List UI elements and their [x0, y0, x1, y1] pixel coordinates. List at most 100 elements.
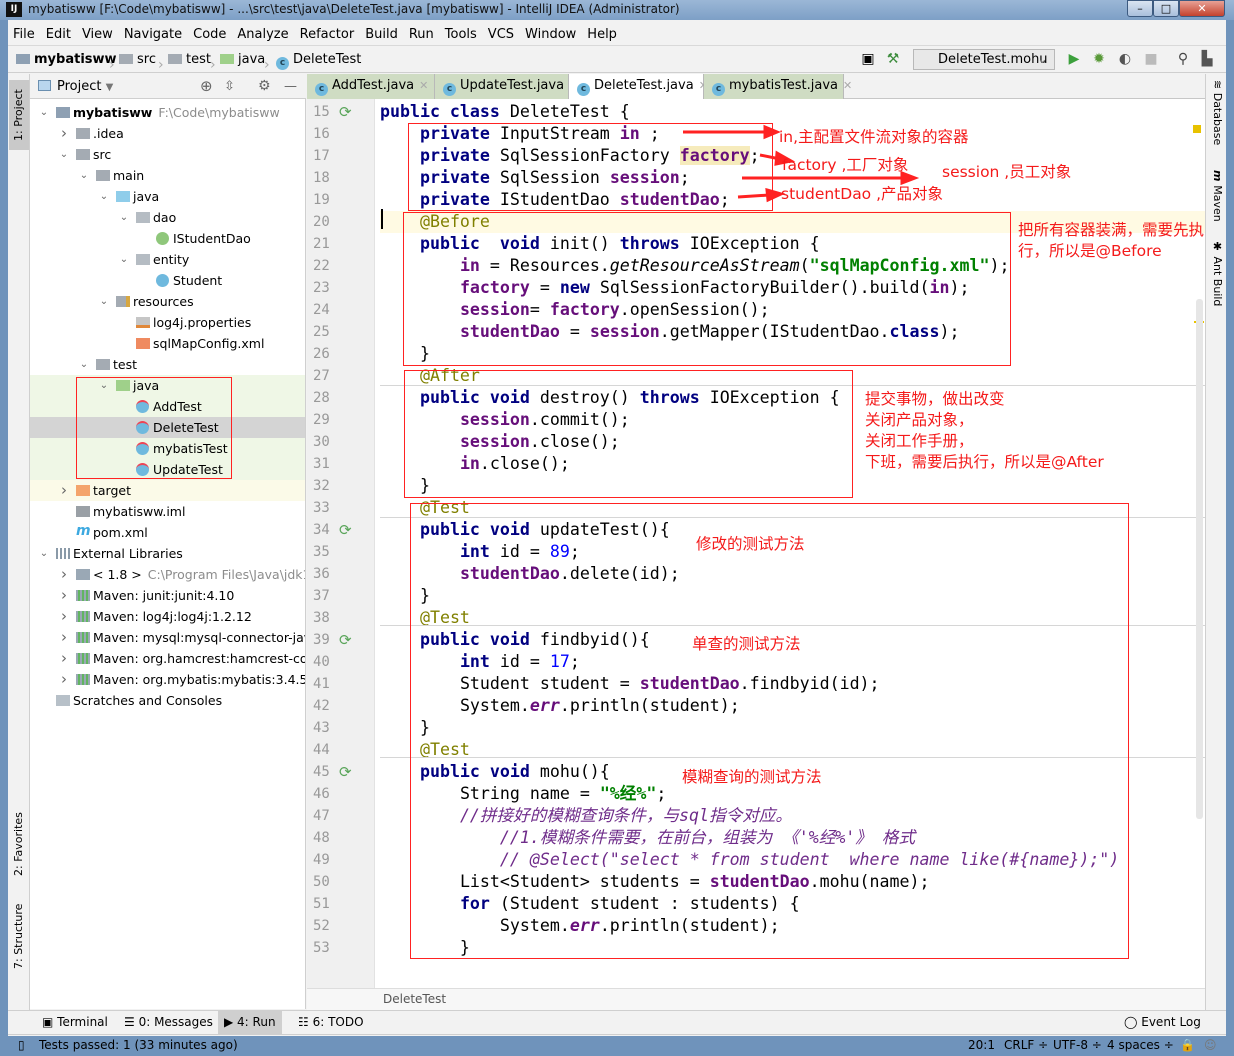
build-hammer-icon[interactable]: ⚒ [884, 50, 902, 68]
maximize-button[interactable]: □ [1153, 0, 1179, 17]
project-structure-icon[interactable]: ▙ [1198, 50, 1216, 68]
tree-item-entity[interactable]: ⌄ entity [30, 249, 305, 270]
gear-icon[interactable]: ⚙ [258, 74, 271, 99]
chevron-down-icon[interactable]: ⌄ [98, 186, 110, 207]
tab-mybatistest[interactable]: c mybatisTest.java ✕ [704, 74, 852, 99]
breadcrumb-file[interactable]: c DeleteTest [276, 46, 361, 73]
tab-updatetest[interactable]: cUpdateTest.java✕ [435, 74, 578, 99]
run-configuration-select[interactable]: DeleteTest.mohu ⌄ [913, 49, 1055, 70]
chevron-right-icon[interactable]: › [58, 480, 70, 501]
close-tab-icon[interactable]: ✕ [419, 79, 428, 92]
tree-item-maven-mysql-mysql-connector-java-5[interactable]: › Maven: mysql:mysql-connector-java:5 [30, 627, 305, 648]
tree-item-pom-xml[interactable]: m pom.xml [30, 522, 305, 543]
tree-item-sqlmapconfig-xml[interactable]: sqlMapConfig.xml [30, 333, 305, 354]
caret-position[interactable]: 20:1 [968, 1035, 995, 1056]
tool-tab-database[interactable]: ≋ Database [1207, 80, 1227, 152]
tree-item-scratches-and-consoles[interactable]: Scratches and Consoles [30, 690, 305, 711]
menu-run[interactable]: Run [409, 23, 434, 47]
code-editor[interactable]: 15 ⟳ 16 17 18 19 20 21 22 23 24 25 26 27 28 29 30 31 32 33 3… [307, 99, 1205, 988]
tool-tab-run[interactable]: ▶ 4: Run [218, 1011, 282, 1034]
chevron-right-icon[interactable]: › [58, 585, 70, 606]
hide-panel-icon[interactable]: — [284, 74, 297, 99]
tree-item-student[interactable]: Student [30, 270, 305, 291]
close-tab-icon[interactable]: ✕ [843, 79, 852, 92]
chevron-right-icon[interactable]: › [58, 648, 70, 669]
coverage-icon[interactable]: ◐ [1116, 50, 1134, 68]
tool-tab-maven[interactable]: m Maven [1207, 170, 1227, 230]
tool-tab-favorites[interactable]: 2: Favorites [9, 799, 29, 889]
tool-tab-todo[interactable]: ☷ 6: TODO [292, 1011, 370, 1034]
tree-item-test[interactable]: ⌄ test [30, 354, 305, 375]
menu-help[interactable]: Help [587, 23, 617, 47]
menu-navigate[interactable]: Navigate [124, 23, 182, 47]
menu-vcs[interactable]: VCS [488, 23, 514, 47]
tree-item-maven-org-hamcrest-hamcrest-core-1[interactable]: › Maven: org.hamcrest:hamcrest-core:1 [30, 648, 305, 669]
search-icon[interactable]: ⚲ [1174, 50, 1192, 68]
run-icon[interactable]: ▶ [1065, 50, 1083, 68]
tree-item-main[interactable]: ⌄ main [30, 165, 305, 186]
tool-tab-project[interactable]: 1: Project [9, 80, 29, 150]
tree-item-mybatisww-iml[interactable]: mybatisww.iml [30, 501, 305, 522]
collapse-all-icon[interactable]: ⇳ [224, 74, 235, 99]
chevron-down-icon[interactable]: ⌄ [78, 354, 90, 375]
tool-tab-ant-build[interactable]: ✱ Ant Build [1207, 240, 1227, 320]
chevron-down-icon[interactable]: ⌄ [38, 102, 50, 123]
menu-refactor[interactable]: Refactor [300, 23, 355, 47]
tree-item-1-8[interactable]: › < 1.8 > C:\Program Files\Java\jdk1.8 [30, 564, 305, 585]
tree-item-mybatisww[interactable]: ⌄ mybatisww F:\Code\mybatisww [30, 102, 305, 123]
chevron-right-icon[interactable]: › [58, 606, 70, 627]
menu-view[interactable]: View [82, 23, 113, 47]
menu-build[interactable]: Build [365, 23, 398, 47]
tree-item-maven-org-mybatis-mybatis-3-4-5[interactable]: › Maven: org.mybatis:mybatis:3.4.5 [30, 669, 305, 690]
tree-item-idea[interactable]: › .idea [30, 123, 305, 144]
menu-file[interactable]: File [13, 23, 35, 47]
tree-item-java[interactable]: ⌄ java [30, 186, 305, 207]
status-panel-icon[interactable]: ▯ [18, 1035, 25, 1056]
tree-item-maven-junit-junit-4-10[interactable]: › Maven: junit:junit:4.10 [30, 585, 305, 606]
chevron-down-icon[interactable]: ⌄ [118, 249, 130, 270]
tool-tab-terminal[interactable]: ▣ Terminal [36, 1011, 114, 1034]
lock-icon[interactable]: 🔒 [1180, 1035, 1195, 1056]
project-view-select[interactable]: Project ▼ [57, 79, 113, 94]
tree-item-external-libraries[interactable]: ⌄ External Libraries [30, 543, 305, 564]
tool-tab-structure[interactable]: 7: Structure [9, 896, 29, 976]
close-window-button[interactable]: ✕ [1179, 0, 1225, 17]
menu-tools[interactable]: Tools [445, 23, 477, 47]
chevron-right-icon[interactable]: › [58, 627, 70, 648]
minimize-button[interactable]: – [1127, 0, 1153, 17]
menu-code[interactable]: Code [193, 23, 226, 47]
breadcrumb-test[interactable]: test [168, 46, 211, 73]
locate-icon[interactable]: ⊕ [200, 74, 213, 99]
breadcrumb-project[interactable]: mybatisww [16, 46, 117, 73]
tree-item-resources[interactable]: ⌄ resources [30, 291, 305, 312]
chevron-right-icon[interactable]: › [58, 669, 70, 690]
breadcrumb-src[interactable]: src [119, 46, 156, 73]
chevron-right-icon[interactable]: › [58, 123, 70, 144]
inspector-icon[interactable]: ☺ [1204, 1035, 1217, 1056]
tree-item-src[interactable]: ⌄ src [30, 144, 305, 165]
stop-icon[interactable]: ■ [1142, 50, 1160, 68]
breadcrumb-java[interactable]: java [220, 46, 265, 73]
editor-breadcrumb[interactable]: DeleteTest [307, 988, 1205, 1010]
file-encoding[interactable]: UTF-8 ÷ [1053, 1035, 1102, 1056]
tab-deletetest[interactable]: cDeleteTest.java✕ [569, 74, 708, 99]
chevron-down-icon[interactable]: ⌄ [58, 144, 70, 165]
status-message[interactable]: Tests passed: 1 (33 minutes ago) [39, 1035, 238, 1056]
chevron-down-icon[interactable]: ⌄ [38, 543, 50, 564]
tree-item-target[interactable]: › target [30, 480, 305, 501]
menu-edit[interactable]: Edit [46, 23, 71, 47]
tree-item-istudentdao[interactable]: IStudentDao [30, 228, 305, 249]
tree-item-dao[interactable]: ⌄ dao [30, 207, 305, 228]
chevron-down-icon[interactable]: ⌄ [118, 207, 130, 228]
chevron-down-icon[interactable]: ⌄ [78, 165, 90, 186]
menu-analyze[interactable]: Analyze [237, 23, 288, 47]
tree-item-log4j-properties[interactable]: log4j.properties [30, 312, 305, 333]
chevron-down-icon[interactable]: ⌄ [98, 291, 110, 312]
tree-item-maven-log4j-log4j-1-2-12[interactable]: › Maven: log4j:log4j:1.2.12 [30, 606, 305, 627]
menu-window[interactable]: Window [525, 23, 576, 47]
tool-tab-messages[interactable]: ☰ 0: Messages [118, 1011, 219, 1034]
tab-addtest[interactable]: c AddTest.java ✕ [307, 74, 435, 99]
indent-setting[interactable]: 4 spaces ÷ [1107, 1035, 1174, 1056]
line-separator[interactable]: CRLF ÷ [1004, 1035, 1048, 1056]
debug-bug-icon[interactable]: ✹ [1090, 50, 1108, 68]
